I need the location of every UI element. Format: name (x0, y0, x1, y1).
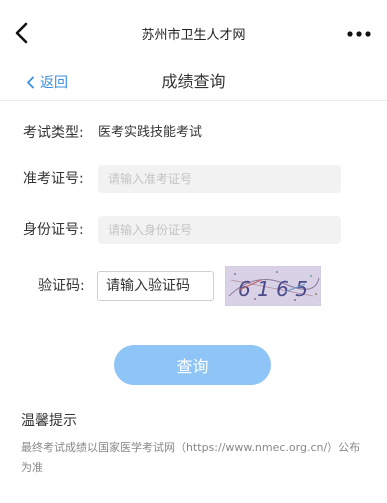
page-title: 成绩查询 (161, 72, 226, 91)
captcha-text: 6 1 6 5 (238, 277, 308, 301)
captcha-input[interactable] (97, 271, 214, 301)
id-number-label: 身份证号: (23, 222, 84, 238)
page-header: 返回 成绩查询 (0, 64, 387, 100)
header-divider (0, 100, 387, 101)
captcha-label: 验证码: (38, 278, 85, 294)
app-title: 苏州市卫生人才网 (141, 28, 246, 43)
exam-type-value: 医考实践技能考试 (98, 125, 203, 140)
ticket-number-input[interactable] (98, 165, 341, 193)
id-number-input[interactable] (98, 216, 341, 244)
ticket-number-label: 准考证号: (23, 171, 84, 187)
more-dots-icon[interactable] (347, 29, 371, 39)
query-button[interactable]: 查询 (114, 345, 271, 385)
exam-type-label: 考试类型: (23, 125, 84, 141)
tips-title: 温馨提示 (21, 413, 77, 429)
captcha-image[interactable]: 6 1 6 5 (225, 266, 321, 306)
top-navigation-bar: 苏州市卫生人才网 (0, 0, 387, 64)
tips-text: 最终考试成绩以国家医学考试网（https://www.nmec.org.cn/）… (21, 441, 361, 474)
